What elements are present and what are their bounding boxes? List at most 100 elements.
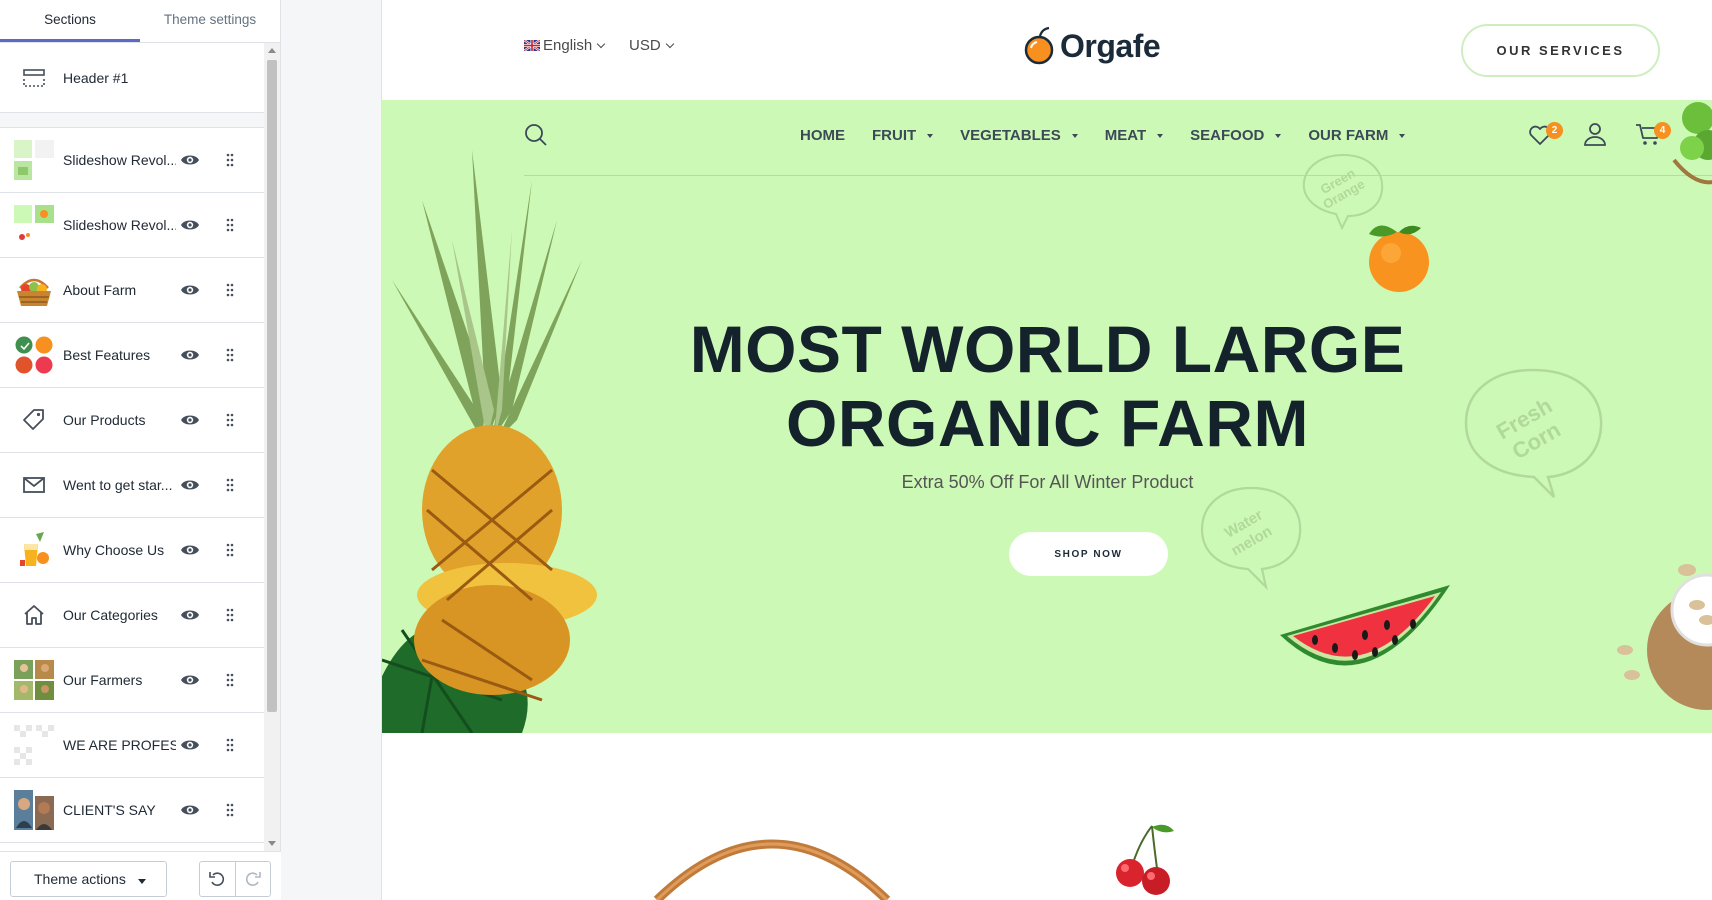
eye-icon[interactable]: [180, 410, 200, 430]
drag-handle-icon[interactable]: [222, 802, 238, 818]
section-label: Our Farmers: [63, 672, 143, 688]
section-item-slideshow-2[interactable]: Slideshow Revol...: [0, 193, 265, 258]
slideshow-thumb: [13, 204, 55, 246]
scroll-down-arrow-icon[interactable]: [268, 841, 276, 846]
eye-icon[interactable]: [180, 475, 200, 495]
store-preview: English USD Orgafe OUR SERVICES HOME FRU…: [381, 0, 1712, 900]
speech-bubble-watermelon: Water melon: [1200, 486, 1302, 591]
language-selector[interactable]: English: [524, 37, 606, 54]
section-item-about-farm[interactable]: About Farm: [0, 258, 265, 323]
section-item-our-categories[interactable]: Our Categories: [0, 583, 265, 648]
thumb-wrapper: [13, 399, 55, 441]
section-item-our-farmers[interactable]: Our Farmers: [0, 648, 265, 713]
drag-handle-icon[interactable]: [222, 217, 238, 233]
user-icon[interactable]: [1582, 121, 1608, 147]
undo-button[interactable]: [200, 862, 236, 896]
section-label: Best Features: [63, 347, 151, 363]
speech-bubble-green-orange: Green Orange: [1302, 153, 1384, 230]
watermelon-slice-image: [1280, 585, 1450, 666]
uk-flag-icon: [524, 40, 540, 51]
section-header[interactable]: Header #1: [0, 43, 265, 113]
drag-handle-icon[interactable]: [222, 152, 238, 168]
section-label: About Farm: [63, 282, 137, 298]
eye-icon[interactable]: [180, 670, 200, 690]
section-item-clients-say[interactable]: CLIENT'S SAY: [0, 778, 265, 843]
nav-home[interactable]: HOME: [800, 127, 845, 144]
eye-icon[interactable]: [180, 540, 200, 560]
nav-label: SEAFOOD: [1190, 127, 1265, 144]
cart-count-badge: 4: [1654, 122, 1671, 139]
drag-handle-icon[interactable]: [222, 542, 238, 558]
section-item-best-features[interactable]: Best Features: [0, 323, 265, 388]
orange-fruit-image: [1369, 225, 1429, 292]
tab-sections[interactable]: Sections: [0, 0, 140, 42]
scroll-thumb[interactable]: [267, 60, 277, 712]
chevron-down-icon: [596, 39, 606, 48]
eye-icon[interactable]: [180, 735, 200, 755]
sidebar-footer: Theme actions: [0, 851, 281, 900]
language-label: English: [543, 37, 593, 54]
section-item-slideshow-1[interactable]: Slideshow Revol...: [0, 128, 265, 193]
thumb-wrapper: [13, 594, 55, 636]
basket-handle-image: [653, 839, 891, 900]
drag-handle-icon[interactable]: [222, 412, 238, 428]
eye-icon[interactable]: [180, 345, 200, 365]
section-label: Went to get star...: [63, 477, 173, 493]
section-label: WE ARE PROFES...: [63, 737, 176, 753]
our-services-button[interactable]: OUR SERVICES: [1461, 24, 1660, 77]
theme-actions-label: Theme actions: [34, 871, 126, 887]
section-list: Header #1 Slideshow Revol... Slideshow R…: [0, 43, 265, 851]
section-item-our-products[interactable]: Our Products: [0, 388, 265, 453]
wishlist-count-badge: 2: [1546, 122, 1563, 139]
section-item-why-choose-us[interactable]: Why Choose Us: [0, 518, 265, 583]
store-logo[interactable]: Orgafe: [1022, 26, 1161, 66]
juice-thumb: [13, 529, 55, 571]
redo-button[interactable]: [236, 862, 271, 896]
next-section-preview: [382, 733, 1712, 900]
store-topbar: English USD Orgafe OUR SERVICES: [382, 0, 1712, 100]
brand-name: Orgafe: [1060, 27, 1161, 64]
tag-icon: [23, 409, 44, 430]
tab-theme-settings[interactable]: Theme settings: [140, 0, 280, 42]
limes-bowl-image: [1672, 102, 1712, 185]
section-item-we-are-professional[interactable]: WE ARE PROFES...: [0, 713, 265, 778]
nav-seafood[interactable]: SEAFOOD: [1190, 127, 1282, 144]
nav-label: FRUIT: [872, 127, 917, 144]
eye-icon[interactable]: [180, 215, 200, 235]
drag-handle-icon[interactable]: [222, 477, 238, 493]
section-label: Header #1: [63, 69, 129, 86]
eye-icon[interactable]: [180, 280, 200, 300]
envelope-icon: [23, 477, 45, 493]
drag-handle-icon[interactable]: [222, 672, 238, 688]
sidebar-scrollbar[interactable]: [264, 43, 280, 851]
caret-down-icon: [1399, 133, 1406, 138]
shop-now-button[interactable]: SHOP NOW: [1009, 532, 1168, 576]
nav-our-farm[interactable]: OUR FARM: [1308, 127, 1406, 144]
nav-label: MEAT: [1104, 127, 1147, 144]
currency-selector[interactable]: USD: [629, 37, 674, 54]
eye-icon[interactable]: [180, 800, 200, 820]
caret-down-icon: [1275, 133, 1282, 138]
drag-handle-icon[interactable]: [222, 282, 238, 298]
nav-vegetables[interactable]: VEGETABLES: [960, 127, 1078, 144]
drag-handle-icon[interactable]: [222, 737, 238, 753]
section-item-newsletter[interactable]: Went to get star...: [0, 453, 265, 518]
nav-fruit[interactable]: FRUIT: [872, 127, 934, 144]
section-label: CLIENT'S SAY: [63, 802, 156, 818]
nav-label: HOME: [800, 127, 845, 144]
nav-meat[interactable]: MEAT: [1104, 127, 1164, 144]
scroll-up-arrow-icon[interactable]: [268, 48, 276, 53]
drag-handle-icon[interactable]: [222, 607, 238, 623]
theme-actions-button[interactable]: Theme actions: [10, 861, 167, 897]
transparent-thumb: [13, 724, 55, 766]
currency-label: USD: [629, 37, 661, 54]
slideshow-thumb: [13, 139, 55, 181]
section-label: Slideshow Revol...: [63, 217, 176, 233]
eye-icon[interactable]: [180, 605, 200, 625]
hero-title: MOST WORLD LARGE ORGANIC FARM: [382, 312, 1712, 460]
drag-handle-icon[interactable]: [222, 347, 238, 363]
redo-icon: [245, 872, 261, 886]
caret-down-icon: [927, 133, 934, 138]
eye-icon[interactable]: [180, 150, 200, 170]
section-label: Our Products: [63, 412, 146, 428]
